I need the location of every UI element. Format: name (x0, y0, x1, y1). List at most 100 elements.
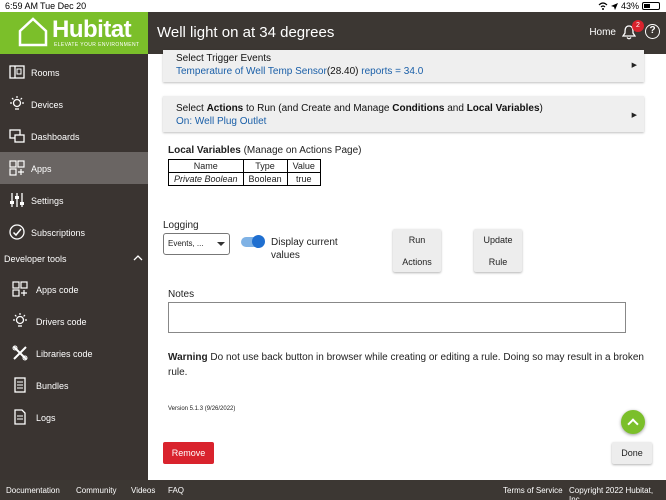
brand-name: Hubitat (52, 16, 132, 43)
sidebar-item-rooms[interactable]: Rooms (0, 56, 148, 88)
remove-button[interactable]: Remove (163, 442, 214, 464)
bundles-icon (14, 377, 26, 393)
local-variables-table: Name Type Value Private Boolean Boolean … (168, 159, 321, 186)
notification-badge[interactable]: 2 (632, 20, 644, 32)
help-icon[interactable]: ? (645, 24, 660, 39)
button-label-line: Actions (402, 257, 432, 267)
actions-title-bold: Local Variables (466, 103, 540, 114)
table-header-row: Name Type Value (168, 159, 321, 173)
notes-label: Notes (168, 289, 195, 300)
footer: Documentation Community Videos FAQ Terms… (0, 480, 666, 500)
sidebar-item-settings[interactable]: Settings (0, 184, 148, 216)
sidebar-item-subscriptions[interactable]: Subscriptions (0, 216, 148, 248)
footer-copyright: Copyright 2022 Hubitat, Inc. (569, 486, 654, 500)
sidebar-item-logs[interactable]: Logs (0, 401, 148, 433)
actions-title-part: and (444, 103, 467, 114)
actions-title-part: ) (539, 103, 543, 114)
battery-icon (642, 2, 660, 10)
subscriptions-icon (9, 224, 25, 240)
trigger-detail: Temperature of Well Temp Sensor(28.40) r… (176, 66, 423, 77)
sidebar-item-label: Drivers code (36, 317, 87, 327)
status-time: 6:59 AM (5, 1, 39, 11)
apps-icon (9, 160, 25, 176)
actions-detail: On: Well Plug Outlet (176, 116, 267, 127)
version-label: Version 5.1.3 (9/26/2022) (168, 406, 236, 412)
update-rule-button[interactable]: Update Rule (474, 229, 522, 272)
dashboards-icon (9, 129, 25, 143)
location-icon (610, 2, 618, 10)
table-cell: true (286, 172, 321, 186)
logging-select[interactable]: Events, ... (163, 233, 230, 255)
home-link[interactable]: Home (589, 27, 616, 38)
footer-documentation-link[interactable]: Documentation (6, 486, 60, 495)
sidebar: Rooms Devices Dashboards Apps Settings S… (0, 54, 148, 480)
status-right: 43% (598, 1, 660, 11)
footer-community-link[interactable]: Community (76, 486, 116, 495)
notes-textarea[interactable] (168, 302, 626, 333)
hubitat-logo[interactable]: Hubitat ELEVATE YOUR ENVIRONMENT (0, 12, 148, 54)
scroll-to-top-button[interactable] (621, 410, 645, 434)
column-header: Value (286, 159, 321, 173)
run-actions-button[interactable]: Run Actions (393, 229, 441, 272)
drivers-code-icon (13, 313, 27, 327)
main-content: Select Trigger Events Temperature of Wel… (148, 50, 666, 480)
sidebar-item-label: Libraries code (36, 349, 93, 359)
top-bar: Well light on at 34 degrees Home 2 ? (148, 12, 666, 54)
sidebar-item-apps-code[interactable]: Apps code (0, 273, 148, 305)
sidebar-item-label: Dashboards (31, 132, 80, 142)
sidebar-item-label: Settings (31, 196, 64, 206)
sidebar-item-drivers-code[interactable]: Drivers code (0, 305, 148, 337)
column-header: Name (168, 159, 244, 173)
ios-status-bar: 6:59 AM Tue Dec 20 43% (0, 0, 666, 12)
warning-message: Warning Do not use back button in browse… (168, 350, 648, 380)
trigger-condition: reports = 34.0 (358, 66, 424, 77)
house-logo-icon (18, 17, 48, 47)
actions-title-part: to Run (and Create and Manage (243, 103, 393, 114)
battery-percent: 43% (620, 1, 639, 11)
apps-code-icon (12, 281, 28, 297)
button-label-line: Run (408, 235, 426, 245)
actions-title-bold: Actions (206, 103, 244, 114)
sidebar-item-devices[interactable]: Devices (0, 88, 148, 120)
devices-icon (10, 96, 24, 110)
footer-terms-link[interactable]: Terms of Service (503, 486, 563, 495)
trigger-title: Select Trigger Events (176, 53, 272, 64)
libraries-code-icon (12, 345, 28, 361)
sidebar-item-label: Rooms (31, 68, 60, 78)
logging-selected-value: Events, ... (168, 239, 204, 248)
rooms-icon (9, 65, 25, 79)
table-cell: Boolean (242, 172, 288, 186)
button-label-line: Rule (488, 257, 508, 267)
sidebar-item-dashboards[interactable]: Dashboards (0, 120, 148, 152)
trigger-events-card[interactable]: Select Trigger Events Temperature of Wel… (163, 50, 644, 82)
sidebar-item-libraries-code[interactable]: Libraries code (0, 337, 148, 369)
actions-card[interactable]: Select Actions to Run (and Create and Ma… (163, 96, 644, 132)
logging-label: Logging (163, 220, 199, 231)
footer-faq-link[interactable]: FAQ (168, 486, 184, 495)
dropdown-caret-icon (217, 242, 225, 246)
display-values-label: Display current values (271, 237, 338, 261)
sidebar-item-bundles[interactable]: Bundles (0, 369, 148, 401)
local-variables-title: Local Variables (168, 145, 241, 156)
actions-title-bold: Conditions (392, 103, 445, 114)
sidebar-item-label: Subscriptions (31, 228, 86, 238)
brand-tagline: ELEVATE YOUR ENVIRONMENT (54, 42, 140, 48)
local-variables-heading: Local Variables (Manage on Actions Page) (168, 145, 361, 156)
sidebar-item-apps[interactable]: Apps (0, 152, 148, 184)
done-button[interactable]: Done (612, 442, 652, 464)
developer-tools-toggle[interactable]: Developer tools (0, 250, 148, 268)
footer-videos-link[interactable]: Videos (131, 486, 155, 495)
sidebar-item-label: Logs (36, 413, 56, 423)
table-cell: Private Boolean (168, 172, 244, 186)
actions-title: Select Actions to Run (and Create and Ma… (176, 103, 543, 114)
display-values-toggle[interactable] (241, 235, 265, 248)
sidebar-item-label: Apps code (36, 285, 79, 295)
logs-icon (14, 409, 26, 425)
column-header: Type (242, 159, 288, 173)
trigger-current-value: (28.40) (326, 66, 359, 77)
chevron-up-icon (133, 255, 143, 261)
arrow-right-icon: ▶ (631, 112, 637, 119)
wifi-icon (598, 2, 608, 10)
trigger-sensor: Temperature of Well Temp Sensor (176, 66, 327, 77)
button-label-line: Update (483, 235, 513, 245)
